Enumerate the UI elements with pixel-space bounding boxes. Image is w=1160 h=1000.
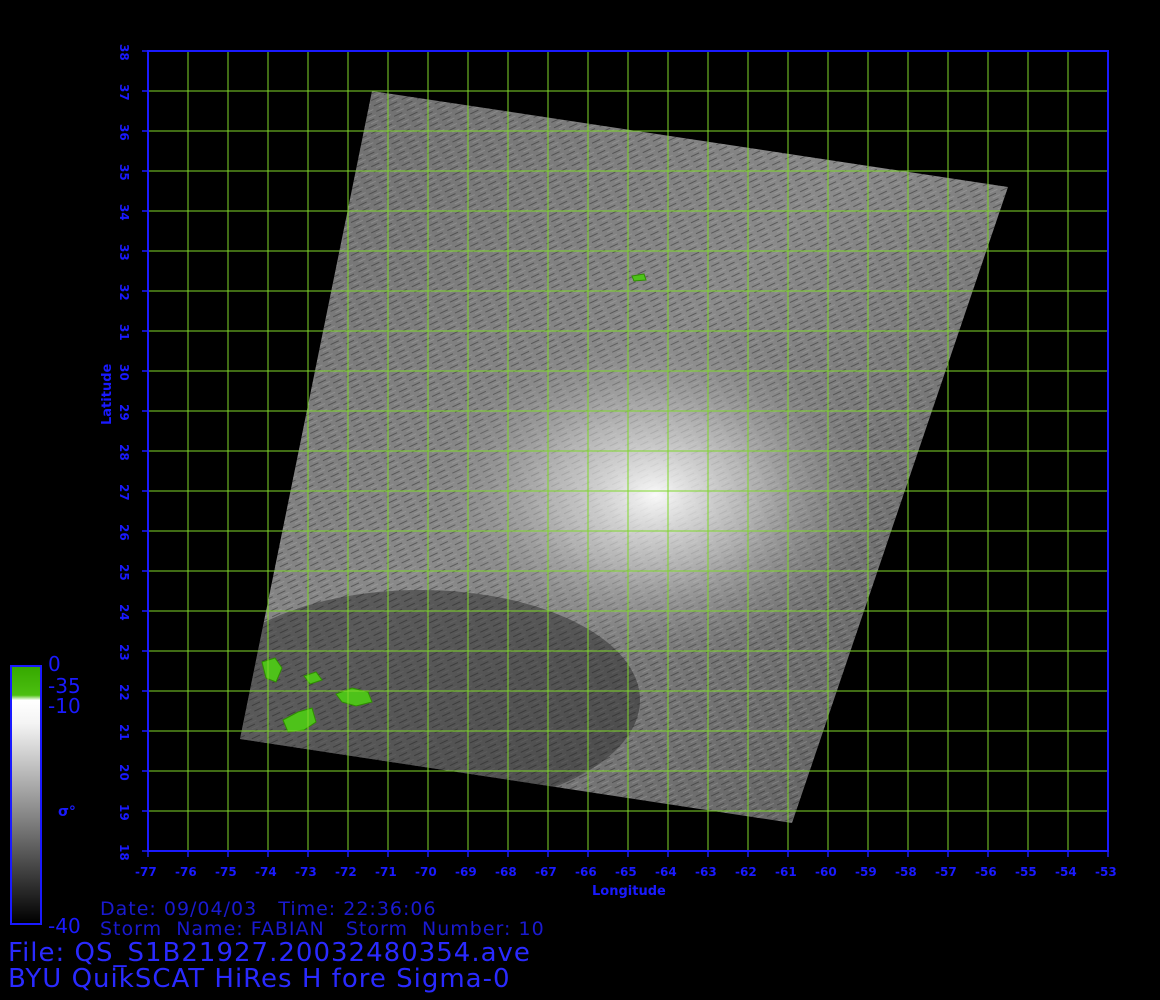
longitude-tick-label: -74 xyxy=(255,865,277,879)
colorbar-label-white: -10 xyxy=(48,694,81,718)
longitude-tick-label: -63 xyxy=(695,865,717,879)
longitude-tick-label: -68 xyxy=(495,865,517,879)
longitude-tick-label: -72 xyxy=(335,865,357,879)
y-axis-label: Latitude xyxy=(100,363,115,425)
latitude-tick-label: 24 xyxy=(117,604,131,621)
latitude-tick-label: 27 xyxy=(117,484,131,501)
colorbar xyxy=(10,665,42,925)
latitude-tick-label: 33 xyxy=(117,244,131,261)
latitude-tick-label: 31 xyxy=(117,324,131,341)
x-axis-label: Longitude xyxy=(592,884,666,899)
colorbar-label-top: 0 xyxy=(48,652,61,676)
longitude-tick-label: -53 xyxy=(1095,865,1117,879)
longitude-tick-label: -55 xyxy=(1015,865,1037,879)
latitude-tick-label: 18 xyxy=(117,844,131,861)
map-plot xyxy=(142,50,1109,857)
product-line: BYU QuikSCAT HiRes H fore Sigma-0 xyxy=(8,964,511,994)
longitude-tick-label: -77 xyxy=(135,865,157,879)
latitude-tick-label: 25 xyxy=(117,564,131,581)
longitude-tick-label: -73 xyxy=(295,865,317,879)
storm-line: Storm Name: FABIAN Storm Number: 10 xyxy=(100,918,545,940)
latitude-tick-label: 21 xyxy=(117,724,131,741)
latitude-tick-label: 32 xyxy=(117,284,131,301)
longitude-tick-label: -58 xyxy=(895,865,917,879)
colorbar-unit: σ° xyxy=(58,804,76,820)
latitude-tick-label: 35 xyxy=(117,164,131,181)
dark-lower-region xyxy=(240,590,640,810)
longitude-tick-label: -69 xyxy=(455,865,477,879)
latitude-tick-label: 38 xyxy=(117,44,131,61)
longitude-tick-label: -57 xyxy=(935,865,957,879)
lat-lon-grid xyxy=(147,50,1109,852)
colorbar-label-bottom: -40 xyxy=(48,914,81,938)
longitude-tick-label: -70 xyxy=(415,865,437,879)
latitude-tick-label: 23 xyxy=(117,644,131,661)
date-time-line: Date: 09/04/03 Time: 22:36:06 xyxy=(100,898,437,920)
longitude-tick-label: -71 xyxy=(375,865,397,879)
longitude-tick-label: -67 xyxy=(535,865,557,879)
latitude-tick-label: 28 xyxy=(117,444,131,461)
latitude-tick-label: 37 xyxy=(117,84,131,101)
latitude-tick-label: 22 xyxy=(117,684,131,701)
longitude-tick-label: -61 xyxy=(775,865,797,879)
longitude-tick-label: -60 xyxy=(815,865,837,879)
longitude-tick-label: -56 xyxy=(975,865,997,879)
latitude-tick-label: 19 xyxy=(117,804,131,821)
latitude-tick-label: 29 xyxy=(117,404,131,421)
longitude-tick-label: -64 xyxy=(655,865,677,879)
latitude-tick-label: 30 xyxy=(117,364,131,381)
longitude-tick-label: -66 xyxy=(575,865,597,879)
longitude-tick-label: -62 xyxy=(735,865,757,879)
latitude-tick-label: 34 xyxy=(117,204,131,221)
latitude-tick-label: 26 xyxy=(117,524,131,541)
longitude-tick-label: -65 xyxy=(615,865,637,879)
satellite-swath xyxy=(240,91,1008,823)
latitude-tick-label: 36 xyxy=(117,124,131,141)
latitude-tick-label: 20 xyxy=(117,764,131,781)
longitude-tick-label: -75 xyxy=(215,865,237,879)
longitude-tick-label: -59 xyxy=(855,865,877,879)
longitude-tick-label: -54 xyxy=(1055,865,1077,879)
longitude-tick-label: -76 xyxy=(175,865,197,879)
